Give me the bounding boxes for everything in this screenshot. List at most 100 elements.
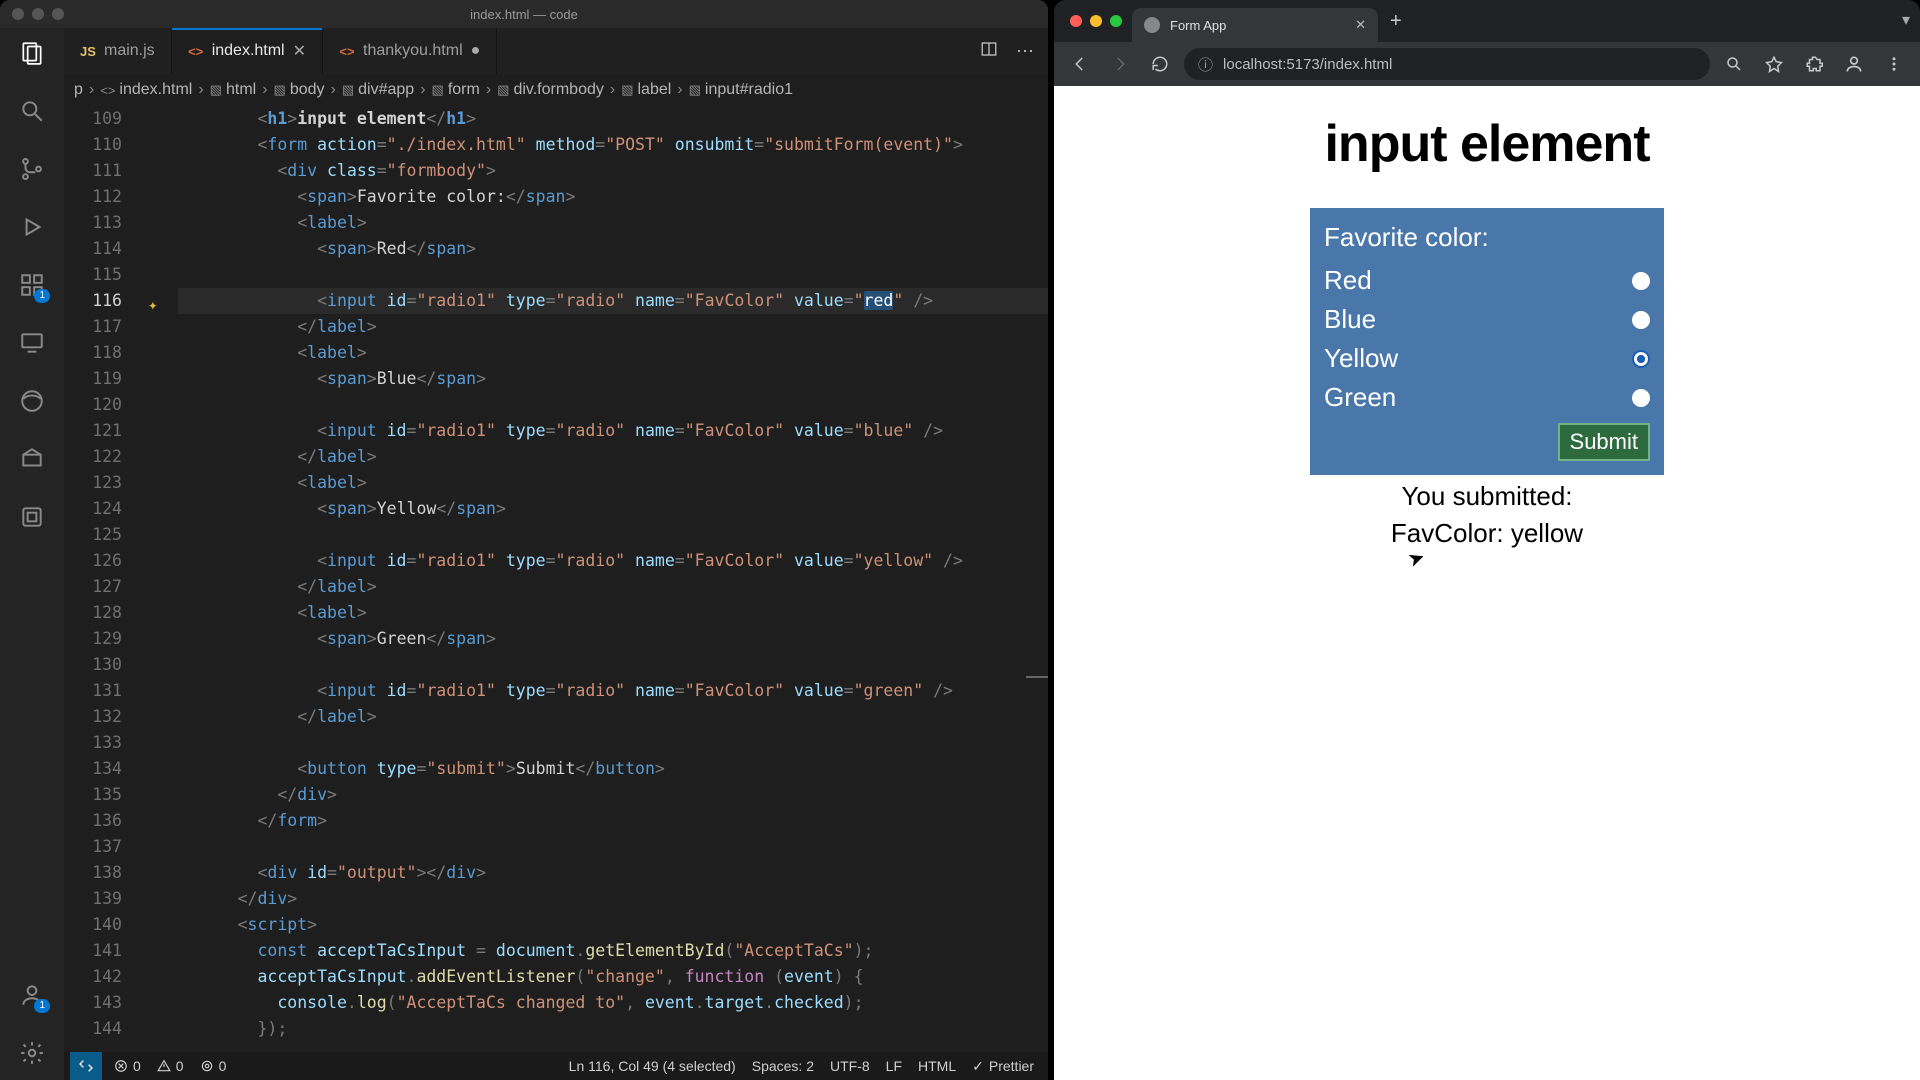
forward-button[interactable] [1104,48,1136,80]
radio-option-green[interactable]: Green [1324,378,1650,417]
code-content[interactable]: <h1>input element</h1> <form action="./i… [178,106,1048,1052]
rendered-page: input element Favorite color: Red Blue Yel… [1054,86,1920,1080]
radio-input[interactable] [1632,272,1650,290]
radio-label: Yellow [1324,343,1398,374]
url-text: localhost:5173/index.html [1223,56,1392,73]
mac-traffic-dimmed[interactable] [0,8,64,20]
editor-tab-thankyou-html[interactable]: <>thankyou.html● [323,28,497,74]
radio-input[interactable] [1632,389,1650,407]
run-debug-icon[interactable] [17,212,47,242]
zoom-icon[interactable] [1718,48,1750,80]
bookmark-star-icon[interactable] [1758,48,1790,80]
breadcrumb-seg[interactable]: ▧ body [274,81,325,99]
eol[interactable]: LF [878,1052,910,1080]
browser-tab[interactable]: Form App ✕ [1132,8,1378,42]
zoom-window-icon[interactable] [1110,15,1122,27]
dirty-dot-icon: ● [471,42,481,60]
editor-tabs: JSmain.js <> index.html ✕ <>thankyou.html● ⋯ [64,28,1048,74]
more-actions-icon[interactable]: ⋯ [1016,41,1034,62]
file-icon: <> [188,43,204,59]
breadcrumb-seg[interactable]: <> index.html [100,81,192,99]
breadcrumb-seg[interactable]: ▧ div.formbody [497,81,604,99]
chrome-tabstrip[interactable]: Form App ✕ + ▾ [1054,0,1920,42]
activity-extra2-icon[interactable] [17,502,47,532]
search-icon[interactable] [17,96,47,126]
breadcrumb-seg[interactable]: ▧ label [621,81,671,99]
problems-errors[interactable]: 0 [106,1052,149,1080]
omnibox[interactable]: ⓘ localhost:5173/index.html [1184,48,1710,80]
errors-count: 0 [133,1058,141,1074]
node-icon: ▧ [497,82,509,98]
close-tab-icon[interactable]: ✕ [1355,17,1366,33]
traffic-close-icon[interactable] [12,8,24,20]
settings-gear-icon[interactable] [17,1038,47,1068]
problems-warnings[interactable]: 0 [149,1052,192,1080]
browser-viewport[interactable]: input element Favorite color: Red Blue Yel… [1054,86,1920,1080]
code-editor[interactable]: 1091101111121131141151161171181191201211… [64,106,1048,1052]
back-button[interactable] [1064,48,1096,80]
site-info-icon[interactable]: ⓘ [1198,54,1213,75]
close-tab-icon[interactable]: ✕ [293,41,306,61]
line-gutter: 1091101111121131141151161171181191201211… [64,106,142,1052]
radio-label: Blue [1324,304,1376,335]
accounts-icon[interactable]: 1 [17,980,47,1010]
minimize-window-icon[interactable] [1090,15,1102,27]
radio-label: Green [1324,382,1396,413]
copilot-suggestion-icon[interactable]: ✦ [148,292,158,318]
indentation[interactable]: Spaces: 2 [744,1052,822,1080]
reload-button[interactable] [1144,48,1176,80]
editor-tab-index-html[interactable]: <> index.html ✕ [172,28,323,74]
vscode-titlebar[interactable]: index.html — code [0,0,1048,28]
radio-input[interactable] [1632,311,1650,329]
breadcrumb-seg[interactable]: ▧ html [210,81,257,99]
minimap-indicator[interactable] [1026,676,1048,678]
close-window-icon[interactable] [1070,15,1082,27]
explorer-icon[interactable] [17,38,47,68]
radio-option-blue[interactable]: Blue [1324,300,1650,339]
tab-label: index.html [212,42,285,60]
form-legend: Favorite color: [1324,222,1650,253]
extensions-icon[interactable]: 1 [17,270,47,300]
chrome-menu-icon[interactable] [1878,48,1910,80]
editor-tab-main-js[interactable]: JSmain.js [64,28,172,74]
prettier-status[interactable]: ✓ Prettier [964,1052,1042,1080]
tab-label: main.js [104,42,155,60]
source-control-icon[interactable] [17,154,47,184]
profile-avatar-icon[interactable] [1838,48,1870,80]
split-editor-icon[interactable] [980,40,998,63]
page-heading: input element [1324,114,1649,174]
remote-indicator[interactable] [70,1052,102,1080]
traffic-zoom-icon[interactable] [52,8,64,20]
breadcrumb[interactable]: p›<> index.html›▧ html›▧ body›▧ div#app›… [64,74,1048,106]
radio-option-red[interactable]: Red [1324,261,1650,300]
node-icon: ▧ [689,82,701,98]
radio-option-yellow[interactable]: Yellow [1324,339,1650,378]
favicon-icon [1144,17,1160,33]
remote-explorer-icon[interactable] [17,328,47,358]
activity-extra-icon[interactable] [17,444,47,474]
node-icon: ▧ [432,82,444,98]
breadcrumb-seg[interactable]: p [74,81,83,99]
node-icon: ▧ [210,82,222,98]
submit-button[interactable]: Submit [1558,423,1650,461]
breadcrumb-seg[interactable]: ▧ input#radio1 [689,81,793,99]
new-tab-button[interactable]: + [1378,10,1414,33]
radio-input[interactable] [1632,350,1650,368]
extensions-puzzle-icon[interactable] [1798,48,1830,80]
cursor-position[interactable]: Ln 116, Col 49 (4 selected) [561,1052,744,1080]
breadcrumb-seg[interactable]: ▧ form [432,81,480,99]
chrome-traffic-lights[interactable] [1062,15,1132,27]
traffic-minimize-icon[interactable] [32,8,44,20]
extensions-badge: 1 [34,289,50,303]
node-icon: ▧ [342,82,354,98]
breadcrumb-seg[interactable]: ▧ div#app [342,81,414,99]
file-icon: <> [100,83,115,98]
tab-search-icon[interactable]: ▾ [1902,10,1910,30]
tab-title: Form App [1170,18,1226,33]
node-icon: ▧ [621,82,633,98]
language-mode[interactable]: HTML [910,1052,964,1080]
encoding[interactable]: UTF-8 [822,1052,878,1080]
edge-tools-icon[interactable] [17,386,47,416]
radio-label: Red [1324,265,1372,296]
ports[interactable]: 0 [192,1052,235,1080]
